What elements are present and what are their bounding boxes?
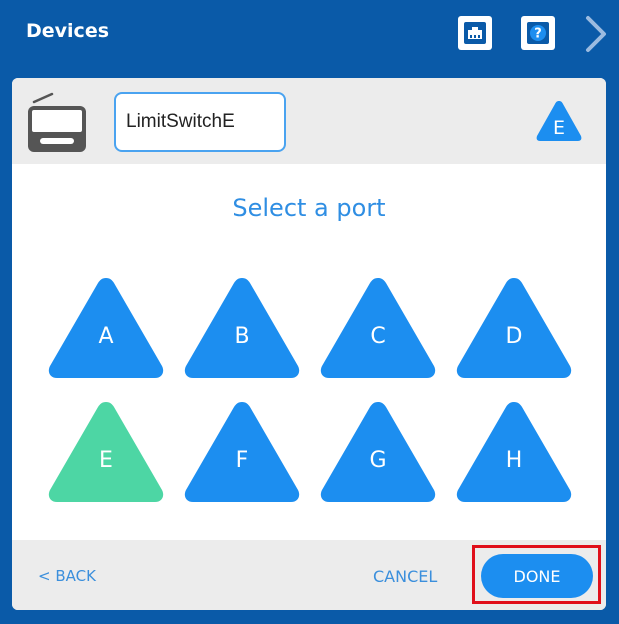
chevron-right-icon[interactable] xyxy=(582,14,610,54)
port-label: H xyxy=(505,448,523,473)
port-label: B xyxy=(234,324,250,349)
port-label: E xyxy=(99,448,113,473)
device-config-panel: E Select a port ABCDEFGH < BACK CANCEL D… xyxy=(12,78,606,610)
port-label: A xyxy=(98,324,114,349)
port-button-d[interactable]: D xyxy=(454,274,574,382)
help-glyph: ? xyxy=(534,27,542,42)
port-button-b[interactable]: B xyxy=(182,274,302,382)
limit-switch-device-icon xyxy=(28,92,86,152)
header-title: Devices xyxy=(26,20,110,42)
device-name-input[interactable] xyxy=(114,92,286,152)
port-label: C xyxy=(370,324,386,349)
port-button-a[interactable]: A xyxy=(46,274,166,382)
port-button-f[interactable]: F xyxy=(182,398,302,506)
select-port-title: Select a port xyxy=(232,194,386,222)
port-button-e[interactable]: E xyxy=(46,398,166,506)
port-label: F xyxy=(235,448,249,473)
ethernet-port-icon xyxy=(464,22,486,44)
port-button-g[interactable]: G xyxy=(318,398,438,506)
port-label: G xyxy=(369,448,387,473)
port-button-h[interactable]: H xyxy=(454,398,574,506)
selected-port-indicator: E xyxy=(534,98,584,144)
done-highlight-box xyxy=(472,545,601,604)
port-triangle-icon: E xyxy=(536,101,582,141)
port-view-button[interactable] xyxy=(458,16,492,50)
back-button[interactable]: < BACK xyxy=(38,567,96,585)
cancel-button[interactable]: CANCEL xyxy=(373,567,437,586)
device-header: E xyxy=(12,78,606,164)
port-button-c[interactable]: C xyxy=(318,274,438,382)
selected-port-label: E xyxy=(553,117,565,139)
port-label: D xyxy=(505,324,523,349)
header-bar: Devices ? xyxy=(0,0,619,68)
help-button[interactable]: ? xyxy=(521,16,555,50)
question-icon: ? xyxy=(527,22,549,44)
